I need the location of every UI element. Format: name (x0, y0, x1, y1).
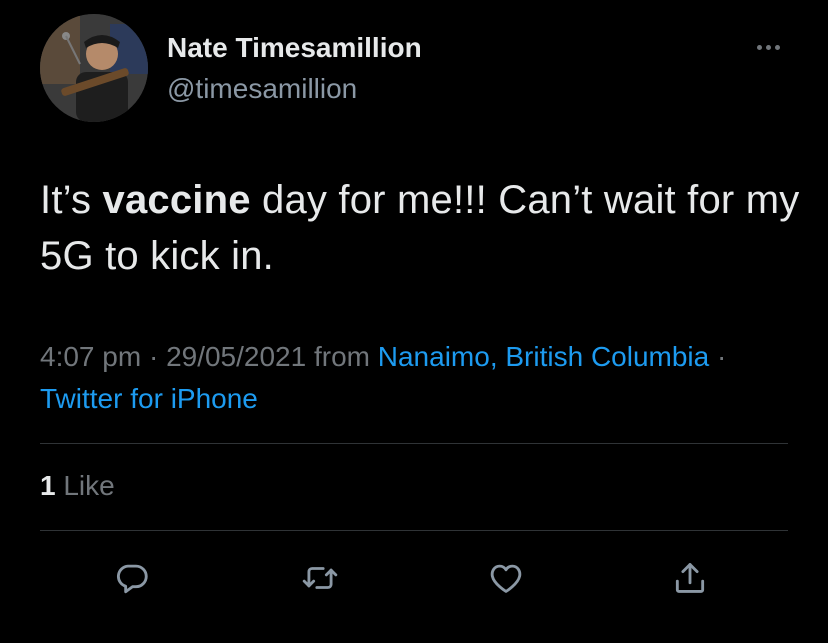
more-dot-icon (756, 44, 762, 50)
tweet-text-start: It’s (40, 178, 103, 222)
tweet-text: It’s vaccine day for me!!! Can’t wait fo… (40, 172, 800, 284)
source-link[interactable]: Twitter for iPhone (40, 383, 258, 414)
likes-count-link[interactable]: 1 Like (40, 470, 115, 502)
retweet-icon (302, 567, 338, 589)
likes-count: 1 (40, 470, 56, 501)
retweet-button[interactable] (298, 556, 342, 600)
tweet-date[interactable]: 29/05/2021 (166, 341, 306, 372)
user-handle[interactable]: @timesamillion (167, 73, 357, 105)
tweet-text-bold: vaccine (102, 178, 251, 222)
more-dot-icon (765, 44, 771, 50)
share-icon (675, 563, 705, 593)
avatar[interactable] (40, 14, 148, 122)
share-button[interactable] (668, 556, 712, 600)
reply-button[interactable] (110, 556, 154, 600)
location-link[interactable]: Nanaimo, British Columbia (378, 341, 709, 372)
meta-separator: · (709, 341, 727, 372)
likes-label: Like (55, 470, 115, 501)
divider (40, 443, 788, 444)
avatar-photo (40, 14, 148, 122)
meta-separator: · (141, 341, 167, 372)
more-dot-icon (774, 44, 780, 50)
like-button[interactable] (484, 556, 528, 600)
reply-icon (116, 564, 148, 594)
more-options-button[interactable] (748, 32, 788, 62)
from-label: from (306, 341, 378, 372)
heart-icon (490, 564, 522, 593)
tweet-time[interactable]: 4:07 pm (40, 341, 141, 372)
display-name[interactable]: Nate Timesamillion (167, 32, 422, 64)
divider (40, 530, 788, 531)
tweet-meta: 4:07 pm · 29/05/2021 from Nanaimo, Briti… (40, 336, 760, 420)
